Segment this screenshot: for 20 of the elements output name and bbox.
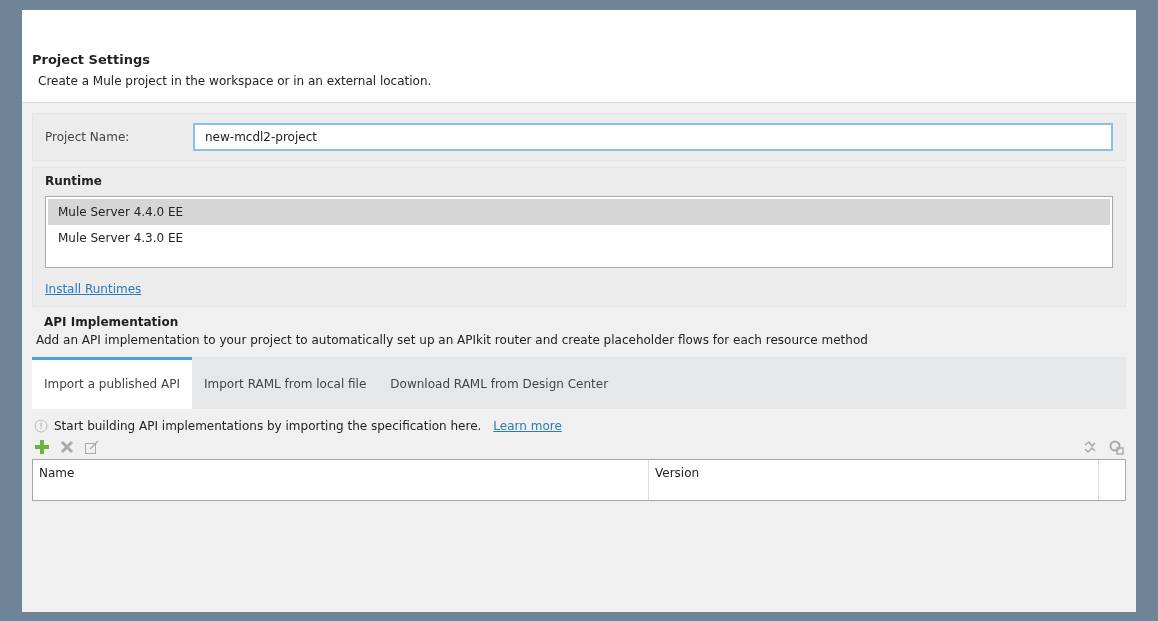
info-icon bbox=[34, 418, 48, 433]
tab[interactable]: Import a published API bbox=[32, 356, 192, 409]
delete-icon[interactable] bbox=[60, 439, 74, 454]
edit-icon[interactable] bbox=[84, 438, 100, 455]
column-header[interactable]: Name bbox=[33, 459, 649, 500]
runtime-item[interactable]: Mule Server 4.4.0 EE bbox=[48, 198, 1110, 225]
tab[interactable]: Import RAML from local file bbox=[192, 356, 379, 409]
page-title: Project Settings bbox=[32, 51, 151, 69]
field-label: Project Name: bbox=[45, 128, 131, 146]
learn-more-link[interactable]: Learn more bbox=[493, 416, 562, 435]
project-name-field[interactable]: new-mcdl2-project bbox=[193, 122, 1113, 151]
install-runtimes-link[interactable]: Install Runtimes bbox=[45, 279, 142, 298]
section-description: Add an API implementation to your project to automatically set up an APIkit router and create placeholder flows for each resource method bbox=[35, 331, 869, 349]
column-header[interactable]: Version bbox=[649, 459, 1099, 500]
page-description: Create a Mule project in the workspace or in an external location. bbox=[37, 72, 433, 90]
section-title: Runtime bbox=[45, 172, 103, 190]
section-title: API Implementation bbox=[43, 313, 180, 331]
tab[interactable]: Download RAML from Design Center bbox=[378, 356, 621, 409]
info-text: Start building API implementations by importing the specification here. bbox=[54, 417, 482, 435]
add-icon[interactable] bbox=[34, 438, 50, 455]
